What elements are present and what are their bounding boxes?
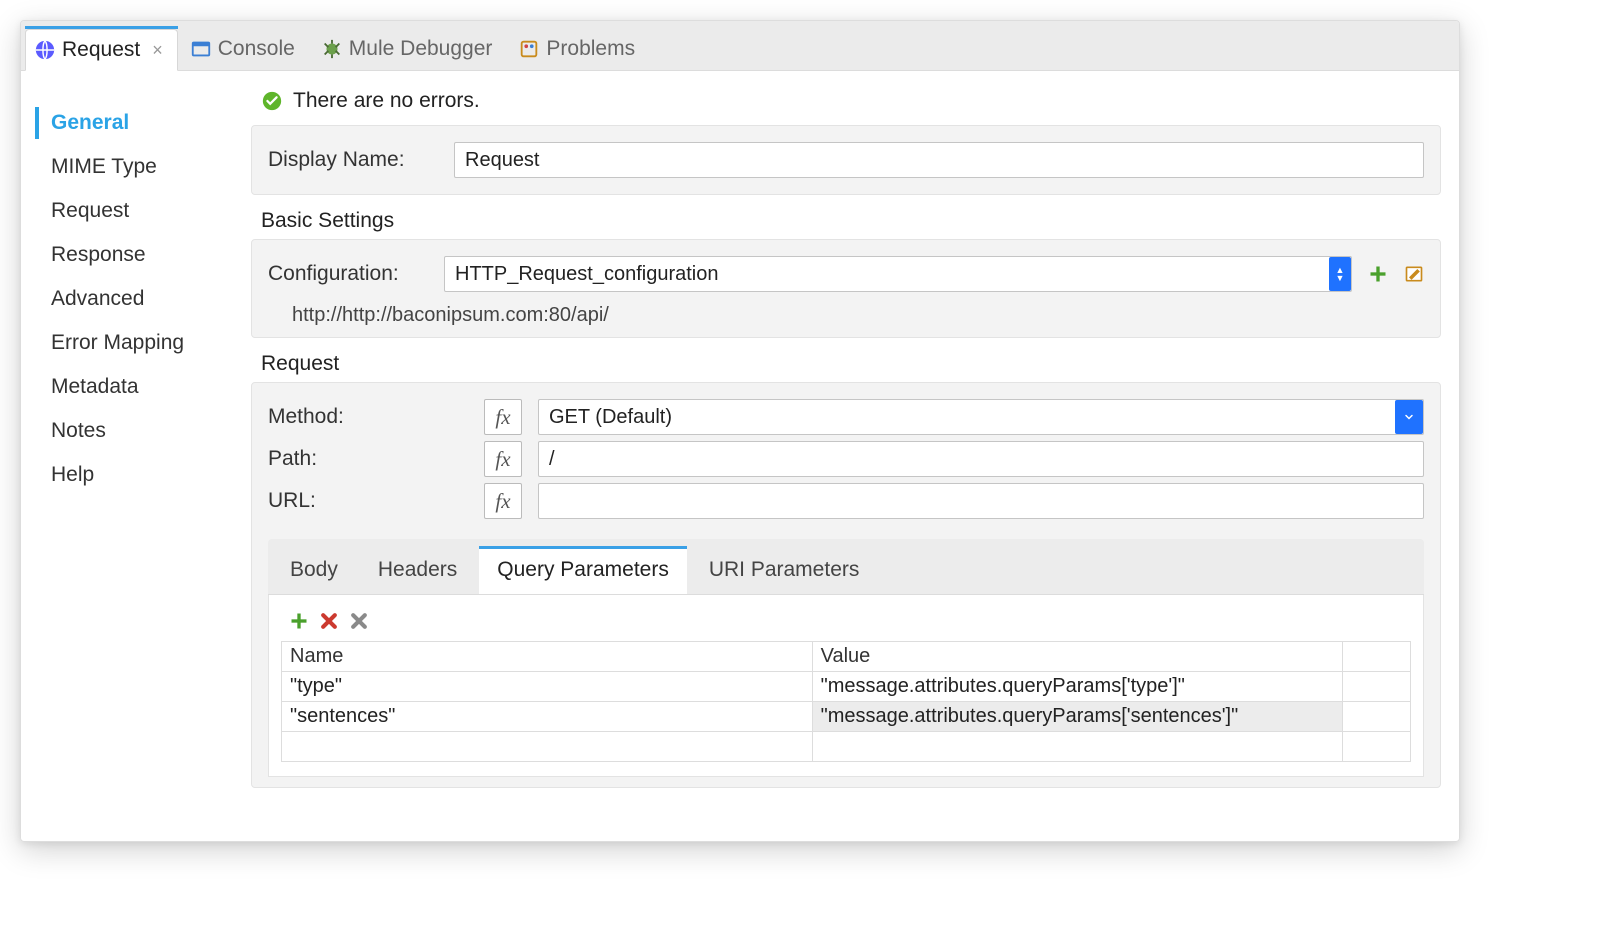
- console-icon: [190, 38, 212, 60]
- sidebar-item-errormapping[interactable]: Error Mapping: [35, 321, 243, 365]
- chevron-down-icon: [1395, 400, 1423, 434]
- status-text: There are no errors.: [293, 89, 480, 113]
- add-config-button[interactable]: [1368, 264, 1388, 284]
- url-label: URL:: [268, 489, 468, 513]
- param-value-cell[interactable]: "message.attributes.queryParams['sentenc…: [812, 702, 1343, 732]
- sidebar-item-help[interactable]: Help: [35, 453, 243, 497]
- sidebar-item-response[interactable]: Response: [35, 233, 243, 277]
- sidebar-item-general[interactable]: General: [35, 101, 243, 145]
- table-row[interactable]: "type" "message.attributes.queryParams['…: [282, 672, 1411, 702]
- params-blank-header: [1343, 642, 1411, 672]
- method-fx-button[interactable]: fx: [484, 399, 522, 435]
- check-icon: [261, 90, 283, 112]
- display-name-label: Display Name:: [268, 148, 438, 172]
- edit-config-button[interactable]: [1404, 264, 1424, 284]
- method-value: GET (Default): [549, 406, 672, 429]
- subtab-query[interactable]: Query Parameters: [479, 546, 687, 594]
- method-select[interactable]: GET (Default): [538, 399, 1424, 435]
- debug-icon: [321, 38, 343, 60]
- sidebar-item-mimetype[interactable]: MIME Type: [35, 145, 243, 189]
- path-fx-button[interactable]: fx: [484, 441, 522, 477]
- query-params-table: Name Value "type" "message.attributes.qu…: [281, 641, 1411, 762]
- param-name-cell[interactable]: "type": [282, 672, 813, 702]
- sidebar-item-notes[interactable]: Notes: [35, 409, 243, 453]
- sidebar-item-request[interactable]: Request: [35, 189, 243, 233]
- problems-icon: [518, 38, 540, 60]
- param-name-cell[interactable]: "sentences": [282, 702, 813, 732]
- tab-debugger-label: Mule Debugger: [349, 37, 493, 61]
- url-fx-button[interactable]: fx: [484, 483, 522, 519]
- top-tabbar: Request × Console Mule Debugger Problems: [21, 21, 1459, 71]
- remove-all-params-button[interactable]: [349, 611, 369, 631]
- close-icon[interactable]: ×: [152, 40, 163, 61]
- tab-debugger[interactable]: Mule Debugger: [313, 28, 507, 70]
- sidebar: General MIME Type Request Response Advan…: [21, 71, 251, 841]
- dropdown-arrows-icon: ▲▼: [1329, 257, 1351, 291]
- table-row[interactable]: [282, 732, 1411, 762]
- subtab-body[interactable]: Body: [272, 546, 356, 594]
- tab-console-label: Console: [218, 37, 295, 61]
- display-name-input[interactable]: [454, 142, 1424, 178]
- params-name-header: Name: [282, 642, 813, 672]
- remove-param-button[interactable]: [319, 611, 339, 631]
- param-value-cell[interactable]: "message.attributes.queryParams['type']": [812, 672, 1343, 702]
- config-url-text: http://http://baconipsum.com:80/api/: [268, 298, 1424, 327]
- request-section-title: Request: [261, 352, 1441, 376]
- url-input[interactable]: [538, 483, 1424, 519]
- add-param-button[interactable]: [289, 611, 309, 631]
- tab-request[interactable]: Request ×: [25, 29, 178, 71]
- tab-problems[interactable]: Problems: [510, 28, 649, 70]
- params-value-header: Value: [812, 642, 1343, 672]
- tab-request-label: Request: [62, 38, 140, 62]
- subtab-uri[interactable]: URI Parameters: [691, 546, 878, 594]
- configuration-value: HTTP_Request_configuration: [455, 263, 718, 286]
- status-row: There are no errors.: [251, 85, 1441, 119]
- basic-settings-title: Basic Settings: [261, 209, 1441, 233]
- method-label: Method:: [268, 405, 468, 429]
- configuration-label: Configuration:: [268, 262, 428, 286]
- path-input[interactable]: [538, 441, 1424, 477]
- path-label: Path:: [268, 447, 468, 471]
- tab-problems-label: Problems: [546, 37, 635, 61]
- table-row[interactable]: "sentences" "message.attributes.queryPar…: [282, 702, 1411, 732]
- configuration-select[interactable]: HTTP_Request_configuration ▲▼: [444, 256, 1352, 292]
- globe-icon: [34, 39, 56, 61]
- tab-console[interactable]: Console: [182, 28, 309, 70]
- subtab-headers[interactable]: Headers: [360, 546, 475, 594]
- sidebar-item-metadata[interactable]: Metadata: [35, 365, 243, 409]
- sidebar-item-advanced[interactable]: Advanced: [35, 277, 243, 321]
- request-subtabs: Body Headers Query Parameters URI Parame…: [268, 539, 1424, 595]
